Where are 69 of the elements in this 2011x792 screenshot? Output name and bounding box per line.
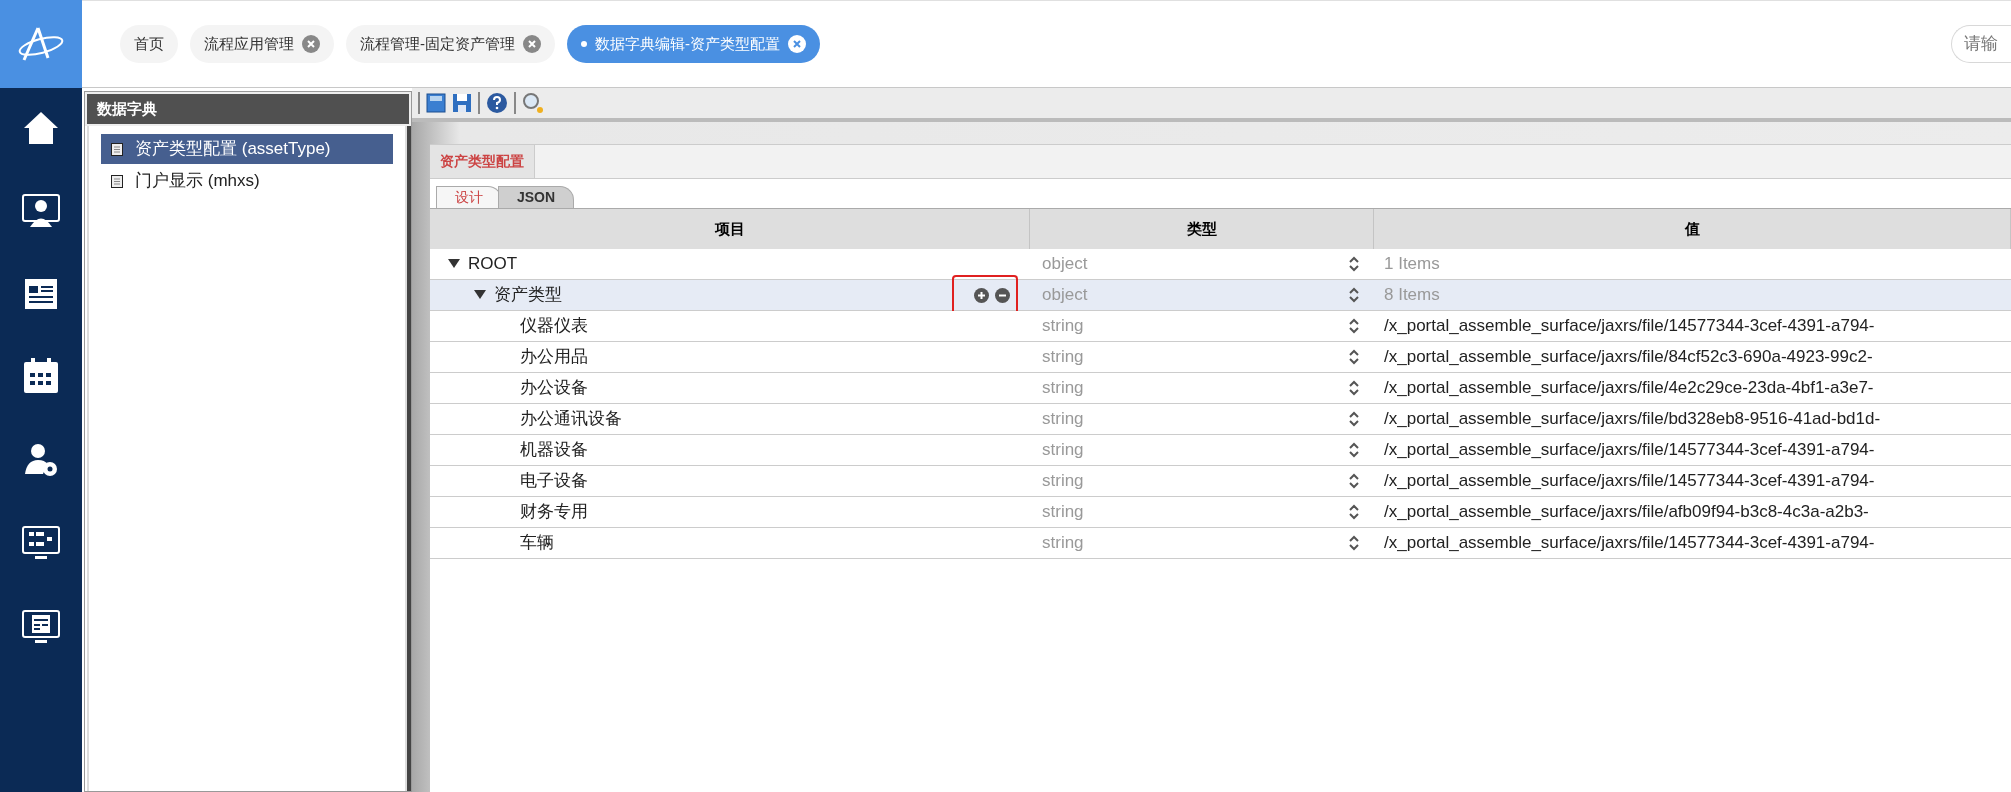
item-value: /x_portal_assemble_surface/jaxrs/file/14577344-3cef-4391-a794- <box>1384 315 1875 338</box>
table-icon <box>111 142 123 156</box>
item-name: 资产类型 <box>494 284 562 307</box>
search-field[interactable]: 请输 <box>1951 25 2011 63</box>
item-name: 办公通讯设备 <box>520 408 622 431</box>
type-value: string <box>1042 501 1085 524</box>
close-icon[interactable] <box>302 35 320 53</box>
flowchart-monitor-icon[interactable] <box>22 526 60 562</box>
view-tab[interactable]: JSON <box>498 186 575 208</box>
item-name: 办公用品 <box>520 346 588 369</box>
item-name: 机器设备 <box>520 439 588 462</box>
item-name: 电子设备 <box>520 470 588 493</box>
type-value: string <box>1042 315 1085 338</box>
table-icon <box>111 174 123 188</box>
up-down-icon[interactable] <box>1348 411 1360 427</box>
item-value: /x_portal_assemble_surface/jaxrs/file/14577344-3cef-4391-a794- <box>1384 532 1875 555</box>
item-name: 财务专用 <box>520 501 588 524</box>
calendar-icon[interactable] <box>23 358 59 394</box>
remove-icon[interactable] <box>995 287 1010 303</box>
item-value: /x_portal_assemble_surface/jaxrs/file/bd328eb8-9516-41ad-bd1d- <box>1384 408 1881 431</box>
editor-tab[interactable]: 资产类型配置 <box>430 145 535 178</box>
up-down-icon[interactable] <box>1348 442 1360 458</box>
help-icon[interactable] <box>486 92 508 114</box>
type-value: string <box>1042 408 1085 431</box>
up-down-icon[interactable] <box>1348 504 1360 520</box>
panel-title: 数据字典 <box>87 94 409 124</box>
page-tab[interactable]: 流程管理-固定资产管理 <box>346 25 555 63</box>
caret-icon[interactable] <box>448 259 460 269</box>
user-gear-icon[interactable] <box>23 442 59 478</box>
caret-icon[interactable] <box>474 290 486 300</box>
tree-row[interactable]: 仪器仪表 string /x_portal_assemble_surface/jaxrs/file/14577344-3cef-4391-a794- <box>430 311 2011 342</box>
up-down-icon[interactable] <box>1348 318 1360 334</box>
item-name: ROOT <box>468 253 518 276</box>
item-name: 车辆 <box>520 532 554 555</box>
up-down-icon[interactable] <box>1348 380 1360 396</box>
news-icon[interactable] <box>24 276 58 310</box>
search-icon[interactable] <box>522 92 544 114</box>
up-down-icon[interactable] <box>1348 287 1360 303</box>
item-value: 1 Items <box>1384 253 1440 276</box>
item-value: /x_portal_assemble_surface/jaxrs/file/14577344-3cef-4391-a794- <box>1384 470 1875 493</box>
page-tab[interactable]: 首页 <box>120 25 178 63</box>
document-monitor-icon[interactable] <box>22 610 60 646</box>
item-name: 仪器仪表 <box>520 315 588 338</box>
type-value: string <box>1042 346 1085 369</box>
item-value: 8 Items <box>1384 284 1440 307</box>
up-down-icon[interactable] <box>1348 535 1360 551</box>
item-value: /x_portal_assemble_surface/jaxrs/file/afb09f94-b3c8-4c3a-a2b3- <box>1384 501 1869 524</box>
type-value: string <box>1042 439 1085 462</box>
page-tab[interactable]: 流程应用管理 <box>190 25 334 63</box>
type-value: string <box>1042 532 1085 555</box>
add-icon[interactable] <box>974 287 989 303</box>
type-value: string <box>1042 377 1085 400</box>
save-icon[interactable] <box>426 93 446 113</box>
type-value: object <box>1042 253 1089 276</box>
up-down-icon[interactable] <box>1348 473 1360 489</box>
type-value: object <box>1042 284 1089 307</box>
item-value: /x_portal_assemble_surface/jaxrs/file/4e2c29ce-23da-4bf1-a3e7- <box>1384 377 1874 400</box>
home-icon[interactable] <box>22 110 60 146</box>
item-name: 办公设备 <box>520 377 588 400</box>
close-icon[interactable] <box>523 35 541 53</box>
item-value: /x_portal_assemble_surface/jaxrs/file/14577344-3cef-4391-a794- <box>1384 439 1875 462</box>
up-down-icon[interactable] <box>1348 256 1360 272</box>
dictionary-item[interactable]: 资产类型配置 (assetType) <box>101 134 393 164</box>
up-down-icon[interactable] <box>1348 349 1360 365</box>
type-value: string <box>1042 470 1085 493</box>
dictionary-item[interactable]: 门户显示 (mhxs) <box>101 166 393 196</box>
user-monitor-icon[interactable] <box>22 194 60 228</box>
close-icon[interactable] <box>788 35 806 53</box>
item-value: /x_portal_assemble_surface/jaxrs/file/84cf52c3-690a-4923-99c2- <box>1384 346 1873 369</box>
